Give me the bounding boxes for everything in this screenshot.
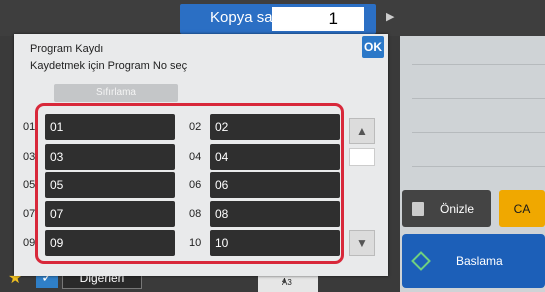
slot-highlight-frame <box>35 103 344 264</box>
dialog-title: Program Kaydı <box>30 43 104 55</box>
ca-button[interactable]: CA <box>499 190 545 227</box>
copy-count-area: Kopya sayısı 1 <box>180 4 376 34</box>
divider <box>412 132 545 133</box>
paper-size: A3 <box>282 278 292 287</box>
preview-icon <box>412 201 424 216</box>
dialog-subtitle: Kaydetmek için Program No seç <box>30 60 188 72</box>
copy-count-input[interactable]: 1 <box>272 7 364 31</box>
start-button[interactable]: Baslama <box>402 234 545 288</box>
preview-label: Önizle <box>440 201 475 216</box>
ok-button[interactable]: OK <box>362 36 384 58</box>
divider <box>412 166 545 167</box>
start-label: Baslama <box>456 254 503 268</box>
ca-label: CA <box>513 201 531 216</box>
scroll-up-icon[interactable]: ▲ <box>349 118 375 144</box>
sidebar-arrow-icon[interactable]: ▶ <box>386 10 394 23</box>
scroll-track[interactable] <box>349 148 375 166</box>
reset-button[interactable]: Sıfırlama <box>54 84 178 102</box>
start-icon <box>411 251 431 271</box>
paper-tray-row: 4 A3 <box>258 278 318 291</box>
divider <box>412 64 545 65</box>
scroll-down-icon[interactable]: ▼ <box>349 230 375 256</box>
divider <box>412 98 545 99</box>
preview-button[interactable]: Önizle <box>402 190 491 227</box>
